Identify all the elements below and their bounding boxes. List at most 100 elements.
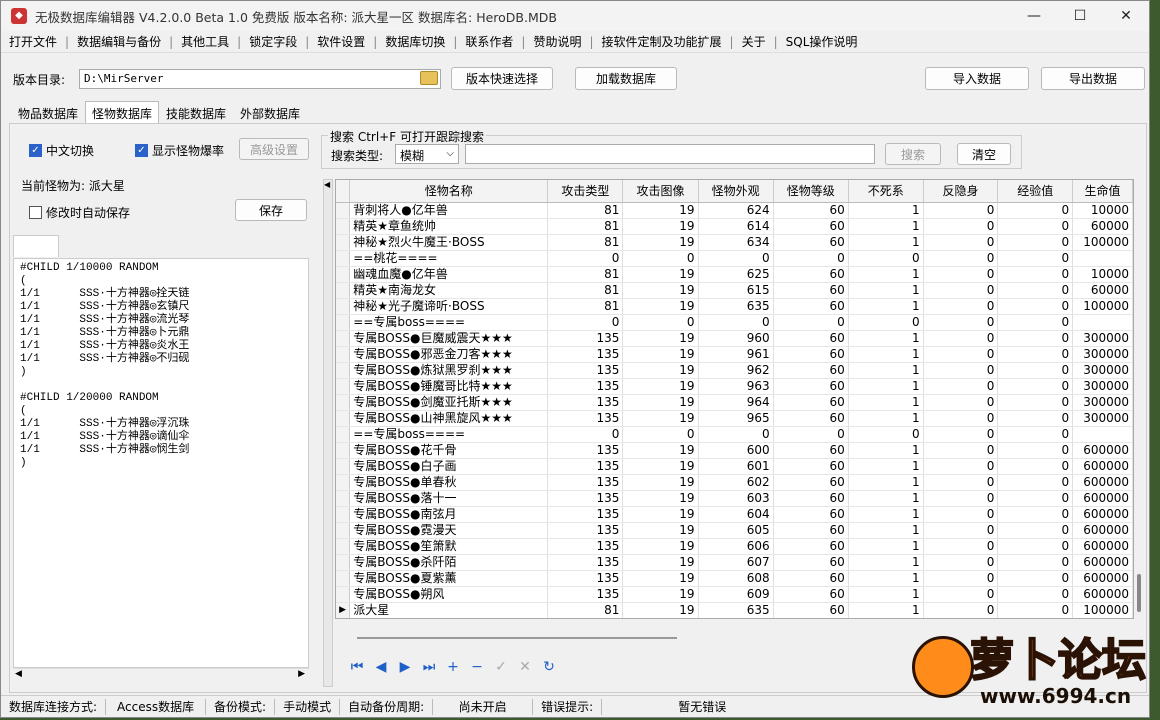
table-cell[interactable]: 0 <box>923 490 999 507</box>
table-cell[interactable]: 135 <box>547 442 624 459</box>
table-cell[interactable]: 607 <box>698 554 774 571</box>
table-cell[interactable]: 派大星 <box>349 602 549 618</box>
row-indicator[interactable] <box>336 394 351 411</box>
table-cell[interactable]: 专属BOSS●炼狱黑罗刹★★★ <box>349 362 549 379</box>
table-cell[interactable]: 19 <box>622 474 699 491</box>
table-cell[interactable]: 1 <box>848 602 924 618</box>
export-button[interactable]: 导出数据 <box>1041 67 1145 90</box>
table-cell[interactable]: 0 <box>997 554 1074 571</box>
table-cell[interactable]: 615 <box>698 282 774 299</box>
table-cell[interactable]: 19 <box>622 266 699 283</box>
menu-item[interactable]: 锁定字段 <box>241 33 305 50</box>
table-cell[interactable]: 1 <box>848 298 924 315</box>
table-cell[interactable]: 0 <box>923 378 999 395</box>
folder-icon[interactable] <box>420 71 438 85</box>
first-record-icon[interactable]: ⏮ <box>345 657 369 677</box>
table-cell[interactable]: 0 <box>923 426 999 443</box>
table-cell[interactable]: 专属BOSS●邪恶金刀客★★★ <box>349 346 549 363</box>
close-button[interactable]: ✕ <box>1103 1 1149 31</box>
table-cell[interactable]: 135 <box>547 330 624 347</box>
table-cell[interactable]: 60 <box>773 522 849 539</box>
row-indicator[interactable] <box>336 330 351 347</box>
row-indicator[interactable] <box>336 202 351 219</box>
table-cell[interactable]: 60 <box>773 442 849 459</box>
table-cell[interactable]: 0 <box>923 202 999 219</box>
table-cell[interactable]: 0 <box>997 586 1074 603</box>
table-cell[interactable]: 600000 <box>1072 474 1133 491</box>
row-indicator[interactable] <box>336 506 351 523</box>
table-cell[interactable]: 606 <box>698 538 774 555</box>
table-cell[interactable]: 60 <box>773 554 849 571</box>
row-indicator[interactable] <box>336 250 351 267</box>
table-cell[interactable]: 300000 <box>1072 378 1133 395</box>
table-cell[interactable]: 1 <box>848 490 924 507</box>
table-row[interactable]: 专属BOSS●霓漫天 135 19 605 60 1 0 0 600000 <box>336 522 1133 539</box>
table-cell[interactable]: 60000 <box>1072 282 1133 299</box>
table-cell[interactable]: 0 <box>923 218 999 235</box>
version-dir-input[interactable]: D:\MirServer <box>79 69 441 89</box>
table-cell[interactable]: 10000 <box>1072 202 1133 219</box>
table-cell[interactable]: 0 <box>997 570 1074 587</box>
table-cell[interactable]: 60 <box>773 490 849 507</box>
table-cell[interactable]: 609 <box>698 586 774 603</box>
minimize-button[interactable]: — <box>1011 1 1057 31</box>
table-cell[interactable] <box>1072 314 1133 331</box>
table-cell[interactable]: 0 <box>997 410 1074 427</box>
table-row[interactable]: 专属BOSS●山神黑旋风★★★ 135 19 965 60 1 0 0 300000 <box>336 410 1133 427</box>
table-cell[interactable]: 0 <box>997 474 1074 491</box>
table-row[interactable]: 专属BOSS●笙箫默 135 19 606 60 1 0 0 600000 <box>336 538 1133 555</box>
table-cell[interactable]: 1 <box>848 506 924 523</box>
table-cell[interactable]: 19 <box>622 602 699 618</box>
table-cell[interactable]: 0 <box>997 602 1074 618</box>
cn-switch-checkbox[interactable]: ✓ 中文切换 <box>29 142 94 159</box>
menu-item[interactable]: 数据库切换 <box>377 33 453 50</box>
table-cell[interactable]: 19 <box>622 362 699 379</box>
row-indicator[interactable] <box>336 442 351 459</box>
row-indicator[interactable] <box>336 570 351 587</box>
table-cell[interactable]: 1 <box>848 282 924 299</box>
import-button[interactable]: 导入数据 <box>925 67 1029 90</box>
table-cell[interactable]: 100000 <box>1072 234 1133 251</box>
row-indicator[interactable] <box>336 490 351 507</box>
table-cell[interactable]: 0 <box>773 314 849 331</box>
table-cell[interactable]: 神秘★光子魔谛听·BOSS <box>349 298 549 315</box>
table-cell[interactable]: 81 <box>547 282 624 299</box>
table-cell[interactable]: 1 <box>848 218 924 235</box>
column-header[interactable]: 怪物等级 <box>773 180 849 203</box>
table-cell[interactable] <box>1072 250 1133 267</box>
table-cell[interactable]: 600000 <box>1072 522 1133 539</box>
table-cell[interactable]: 专属BOSS●剑魔亚托斯★★★ <box>349 394 549 411</box>
table-cell[interactable]: 60 <box>773 218 849 235</box>
menu-item[interactable]: 其他工具 <box>173 33 237 50</box>
table-cell[interactable]: 600000 <box>1072 458 1133 475</box>
table-cell[interactable]: 0 <box>773 250 849 267</box>
table-cell[interactable]: 0 <box>923 554 999 571</box>
table-row[interactable]: 专属BOSS●落十一 135 19 603 60 1 0 0 600000 <box>336 490 1133 507</box>
table-cell[interactable]: 961 <box>698 346 774 363</box>
table-cell[interactable]: 1 <box>848 442 924 459</box>
table-row[interactable]: ▶ 派大星 81 19 635 60 1 0 0 100000 <box>336 602 1133 618</box>
table-cell[interactable]: 965 <box>698 410 774 427</box>
table-cell[interactable]: 0 <box>997 234 1074 251</box>
table-row[interactable]: 专属BOSS●白子画 135 19 601 60 1 0 0 600000 <box>336 458 1133 475</box>
table-cell[interactable]: 0 <box>848 250 924 267</box>
table-cell[interactable]: 60 <box>773 378 849 395</box>
table-cell[interactable]: 19 <box>622 298 699 315</box>
table-cell[interactable]: 19 <box>622 522 699 539</box>
table-cell[interactable]: 60000 <box>1072 218 1133 235</box>
table-row[interactable]: 专属BOSS●朔风 135 19 609 60 1 0 0 600000 <box>336 586 1133 603</box>
menu-item[interactable]: 赞助说明 <box>525 33 589 50</box>
table-cell[interactable]: 601 <box>698 458 774 475</box>
table-cell[interactable]: 神秘★烈火牛魔王·BOSS <box>349 234 549 251</box>
search-button[interactable]: 搜索 <box>885 143 941 165</box>
table-row[interactable]: 专属BOSS●邪恶金刀客★★★ 135 19 961 60 1 0 0 300000 <box>336 346 1133 363</box>
table-cell[interactable]: 600000 <box>1072 506 1133 523</box>
table-cell[interactable]: 1 <box>848 394 924 411</box>
table-cell[interactable]: 60 <box>773 330 849 347</box>
splitter[interactable]: ◀ <box>323 179 333 687</box>
table-cell[interactable]: 0 <box>997 298 1074 315</box>
table-cell[interactable]: 0 <box>997 362 1074 379</box>
table-cell[interactable]: 专属BOSS●霓漫天 <box>349 522 549 539</box>
row-indicator[interactable] <box>336 346 351 363</box>
maximize-button[interactable]: ☐ <box>1057 1 1103 31</box>
